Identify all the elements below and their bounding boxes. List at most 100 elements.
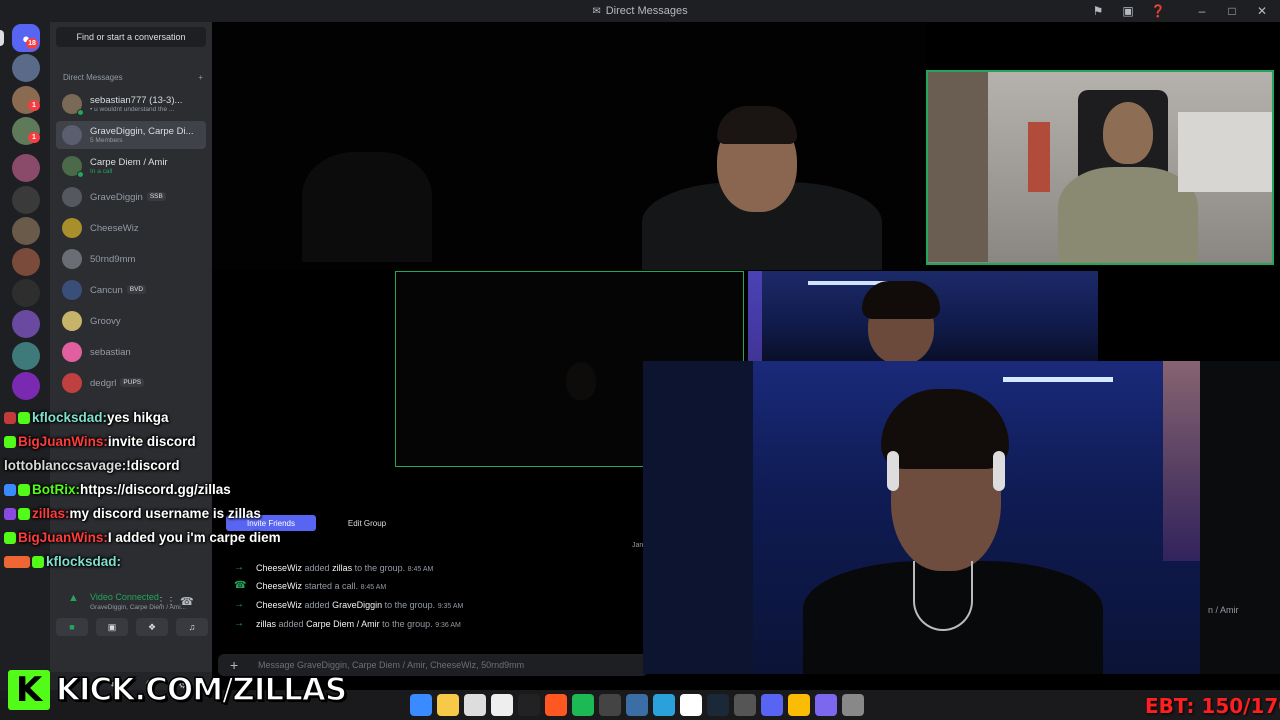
overlay-message: BigJuanWins: invite discord [4,434,196,449]
taskbar-icons [410,694,864,716]
dm-item[interactable]: dedgrl PUPS [56,369,206,397]
dm-item[interactable]: Carpe Diem / Amir In a call [56,152,206,180]
overlay-user: BigJuanWins: [18,434,108,449]
server-icon-8[interactable] [12,279,40,307]
server-tag: SSB [146,192,166,202]
obs-icon[interactable] [599,694,621,716]
close-button[interactable]: ✕ [1254,3,1270,19]
window-title: ✉ Direct Messages [592,5,688,17]
chrome-icon[interactable] [788,694,810,716]
dm-item-group[interactable]: GraveDiggin, Carpe Di... 5 Members [56,121,206,149]
overlay-message: BotRix: https://discord.gg/zillas [4,482,231,497]
system-message: ☎ CheeseWiz started a call. 8:45 AM [234,580,387,591]
inbox-icon[interactable]: ▣ [1120,3,1136,19]
soundboard-button[interactable]: ♫ [176,618,208,636]
maximize-button[interactable]: □ [1224,3,1240,19]
badge-icon [4,435,16,448]
grid-app-icon[interactable] [815,694,837,716]
video-tile-webcam[interactable] [926,70,1274,265]
dm-item[interactable]: GraveDiggin SSB [56,183,206,211]
discord-icon[interactable] [761,694,783,716]
disconnect-icon[interactable]: ☎ [180,595,194,608]
home-badge: 18 [26,38,38,49]
server-icon-4[interactable] [12,154,40,182]
app-icon[interactable] [491,694,513,716]
avatar [62,342,82,362]
badge-icon [4,531,16,544]
server-rail: ● 18 1 1 [0,22,50,698]
dm-item[interactable]: 50rnd9mm [56,245,206,273]
camera-button[interactable]: ■ [56,618,88,636]
steam-icon[interactable] [707,694,729,716]
server-icon-5[interactable] [12,186,40,214]
avatar [62,249,82,269]
dm-item[interactable]: Cancun BVD [56,276,206,304]
kick-banner: K KICK.COM/ZILLAS [8,670,348,710]
overlay-message: kflocksdad: [4,554,121,569]
server-icon-10[interactable] [12,342,40,370]
overlay-user: kflocksdad: [46,554,122,569]
avatar [62,311,82,331]
find-conversation-button[interactable]: Find or start a conversation [56,27,206,47]
help-icon[interactable]: ❓ [1150,3,1166,19]
browser-icon[interactable] [626,694,648,716]
system-message: → CheeseWiz added GraveDiggin to the gro… [234,599,464,610]
telegram-icon[interactable] [653,694,675,716]
dm-section-header: Direct Messages + [63,73,203,82]
dm-item[interactable]: sebastian [56,338,206,366]
server-tag: PUPS [120,378,145,388]
edit-group-button[interactable]: Edit Group [332,515,402,531]
overlay-message: zillas: my discord username is zillas [4,506,261,521]
server-badge: 1 [28,100,40,111]
g-icon[interactable] [464,694,486,716]
overlay-user: zillas: [32,506,70,521]
media-player-icon[interactable] [680,694,702,716]
windows-icon[interactable] [410,694,432,716]
server-icon-7[interactable] [12,248,40,276]
dm-item[interactable]: sebastian777 (13-3)... • u wouldnt unders… [56,90,206,118]
overlay-user: kflocksdad: [32,410,108,425]
video-tile-blue[interactable] [748,271,1098,361]
server-icon-11[interactable] [12,372,40,400]
avatar [62,373,82,393]
system-message: → zillas added Carpe Diem / Amir to the … [234,618,461,629]
overlay-message: kflocksdad: yes hikga [4,410,169,425]
badge-icon [18,411,30,424]
voice-status: Video Connected [90,592,159,602]
join-arrow-icon: → [234,599,244,610]
firefox-icon[interactable] [545,694,567,716]
pin-icon[interactable]: ⚑ [1090,3,1106,19]
video-tile-main[interactable] [212,22,926,270]
in-call-status: In a call [90,168,113,175]
spotify-icon[interactable] [572,694,594,716]
overlay-message: BigJuanWins: I added you i'm carpe diem [4,530,281,545]
app-icon-2[interactable] [734,694,756,716]
avatar [62,94,84,116]
noise-suppression-icon[interactable]: ⋮⋮ [156,596,176,607]
screen-share-button[interactable]: ▣ [96,618,128,636]
avatar [62,187,82,207]
server-icon-6[interactable] [12,217,40,245]
dm-item[interactable]: Groovy [56,307,206,335]
avatar [62,218,82,238]
add-dm-icon[interactable]: + [198,73,203,82]
minimize-button[interactable]: – [1194,3,1210,19]
tool-icon[interactable] [842,694,864,716]
video-tile-featured[interactable] [643,361,1200,674]
system-message: → CheeseWiz added zillas to the group. 8… [234,562,434,573]
activities-button[interactable]: ❖ [136,618,168,636]
overlay-message: lottoblanccsavage: !discord [4,458,180,473]
dm-sidebar: Find or start a conversation Direct Mess… [50,22,212,698]
member-panel: n / Amir [1200,361,1280,674]
date-divider: Jan [632,542,644,549]
dm-item[interactable]: CheeseWiz [56,214,206,242]
overlay-user: lottoblanccsavage: [4,458,127,473]
server-icon-1[interactable] [12,54,40,82]
badge-icon [4,483,16,496]
join-arrow-icon: → [234,562,244,573]
overlay-user: BigJuanWins: [18,530,108,545]
file-explorer-icon[interactable] [437,694,459,716]
server-icon-9[interactable] [12,310,40,338]
phone-icon: ☎ [234,580,247,591]
next-icon[interactable] [518,694,540,716]
